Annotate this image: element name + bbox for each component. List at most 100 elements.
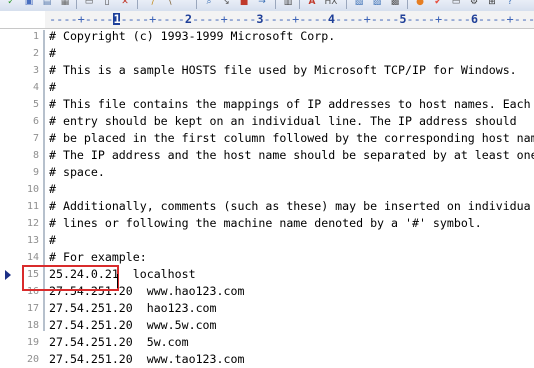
editor-line[interactable]: 20 27.54.251.20 www.tao123.com xyxy=(0,351,534,368)
line-number: 4 xyxy=(32,82,39,93)
goto-icon[interactable]: → xyxy=(255,0,269,9)
tools-icon[interactable]: ⊞ xyxy=(485,0,499,9)
editor-line[interactable]: 13 # xyxy=(0,232,534,249)
help-icon[interactable]: ? xyxy=(503,0,517,9)
line-text[interactable]: # This file contains the mappings of IP … xyxy=(49,96,531,113)
paste-icon[interactable]: ▯ xyxy=(100,0,114,9)
text-editor[interactable]: 1 # Copyright (c) 1993-1999 Microsoft Cor… xyxy=(0,28,534,366)
open-icon[interactable]: ▣ xyxy=(22,0,36,9)
ruler-ticks: ----+---- xyxy=(477,12,534,26)
settings-icon[interactable]: ⚙ xyxy=(467,0,481,9)
toolbar-separator xyxy=(299,0,300,9)
toolbar-separator xyxy=(76,0,77,9)
print-icon[interactable]: ▦ xyxy=(58,0,72,9)
compare-icon[interactable]: ▨ xyxy=(370,0,384,9)
replace-icon[interactable]: ■ xyxy=(237,0,251,9)
editor-line[interactable]: 11 # Additionally, comments (such as thes… xyxy=(0,198,534,215)
editor-line[interactable]: 8 # The IP address and the host name shou… xyxy=(0,147,534,164)
ruler-gutter xyxy=(0,11,45,28)
editor-line[interactable]: 2 # xyxy=(0,45,534,62)
ruler-strip: ----+----1----+----2----+----3----+----4… xyxy=(49,13,534,25)
line-text[interactable]: # Copyright (c) 1993-1999 Microsoft Corp… xyxy=(49,28,335,45)
ruler-number: 2 xyxy=(184,12,193,26)
line-number: 19 xyxy=(26,337,39,348)
line-number: 6 xyxy=(32,116,39,127)
browser-icon[interactable]: ● xyxy=(413,0,427,9)
line-text[interactable]: 27.54.251.20 5w.com xyxy=(49,334,189,351)
line-number: 9 xyxy=(32,167,39,178)
line-text[interactable]: # be placed in the first column followed… xyxy=(49,130,534,147)
line-number: 2 xyxy=(32,48,39,59)
line-text[interactable]: 27.54.251.20 www.5w.com xyxy=(49,317,217,334)
editor-line[interactable]: 4 # xyxy=(0,79,534,96)
ruler-number: 4 xyxy=(327,12,336,26)
editor-line[interactable]: 7 # be placed in the first column followe… xyxy=(0,130,534,147)
line-text[interactable]: # xyxy=(49,45,56,62)
toolbar-separator xyxy=(275,0,276,9)
line-number: 12 xyxy=(26,218,39,229)
ruler-ticks: ----+---- xyxy=(406,12,471,26)
editor-line[interactable]: 17 27.54.251.20 hao123.com xyxy=(0,300,534,317)
editor-line[interactable]: 18 27.54.251.20 www.5w.com xyxy=(0,317,534,334)
delete-icon[interactable]: ✕ xyxy=(118,0,132,9)
text-cursor xyxy=(117,274,118,288)
line-number: 10 xyxy=(26,184,39,195)
toolbar: ✓ ▣ ▤ ▦ ▭ ▯ ✕ / \ ⌕ ↘ ■ → ▥ A HX ▧ ▨ ▩ ●… xyxy=(0,0,534,11)
current-line-marker-icon xyxy=(5,270,11,280)
macro-icon[interactable]: ▭ xyxy=(449,0,463,9)
toolbar-separator xyxy=(137,0,138,9)
editor-line[interactable]: 19 27.54.251.20 5w.com xyxy=(0,334,534,351)
line-text[interactable]: 27.54.251.20 www.tao123.com xyxy=(49,351,244,368)
save-icon[interactable]: ▤ xyxy=(40,0,54,9)
line-number: 14 xyxy=(26,252,39,263)
editor-line[interactable]: 14 # For example: xyxy=(0,249,534,266)
line-number: 5 xyxy=(32,99,39,110)
editor-line[interactable]: 5 # This file contains the mappings of IP… xyxy=(0,96,534,113)
editor-line[interactable]: 9 # space. xyxy=(0,164,534,181)
hex-icon[interactable]: HX xyxy=(322,0,340,9)
line-number: 11 xyxy=(26,201,39,212)
editor-line[interactable]: 10 # xyxy=(0,181,534,198)
line-text[interactable]: # xyxy=(49,232,56,249)
copy-icon[interactable]: ▭ xyxy=(82,0,96,9)
editor-line[interactable]: 1 # Copyright (c) 1993-1999 Microsoft Cor… xyxy=(0,28,534,45)
line-text[interactable]: # space. xyxy=(49,164,105,181)
ruler-ticks: ----+---- xyxy=(120,12,185,26)
line-number: 17 xyxy=(26,303,39,314)
find-next-icon[interactable]: ↘ xyxy=(219,0,233,9)
line-text[interactable]: # This is a sample HOSTS file used by Mi… xyxy=(49,62,517,79)
spell-icon[interactable]: ▥ xyxy=(281,0,295,9)
ruler-number: 6 xyxy=(470,12,479,26)
line-text[interactable]: 27.54.251.20 hao123.com xyxy=(49,300,217,317)
wordwrap-icon[interactable]: ✔ xyxy=(431,0,445,9)
line-text[interactable]: # xyxy=(49,79,56,96)
sort-icon[interactable]: ▩ xyxy=(388,0,402,9)
line-number: 8 xyxy=(32,150,39,161)
editor-line[interactable]: 6 # entry should be kept on an individual… xyxy=(0,113,534,130)
column-ruler: ----+----1----+----2----+----3----+----4… xyxy=(0,11,534,29)
check-icon[interactable]: ✓ xyxy=(4,0,18,9)
line-text[interactable]: # For example: xyxy=(49,249,147,266)
editor-line[interactable]: 12 # lines or following the machine name … xyxy=(0,215,534,232)
line-number: 1 xyxy=(32,31,39,42)
line-number: 18 xyxy=(26,320,39,331)
wand-icon[interactable]: \ xyxy=(163,0,177,9)
line-number: 20 xyxy=(26,354,39,365)
column-icon[interactable]: ▧ xyxy=(352,0,366,9)
font-letter: A xyxy=(308,0,316,7)
font-icon[interactable]: A xyxy=(305,0,319,9)
brush-icon[interactable]: / xyxy=(146,0,160,9)
line-number: 13 xyxy=(26,235,39,246)
toolbar-separator xyxy=(196,0,197,9)
line-text[interactable]: # xyxy=(49,181,56,198)
editor-line[interactable]: 3 # This is a sample HOSTS file used by M… xyxy=(0,62,534,79)
line-number: 7 xyxy=(32,133,39,144)
find-icon[interactable]: ⌕ xyxy=(202,0,216,9)
line-text[interactable]: # The IP address and the host name shoul… xyxy=(49,147,534,164)
ruler-ticks: ----+---- xyxy=(191,12,257,26)
hex-letters: HX xyxy=(324,0,338,7)
toolbar-separator xyxy=(346,0,347,9)
line-text[interactable]: # Additionally, comments (such as these)… xyxy=(49,198,531,215)
line-text[interactable]: # lines or following the machine name de… xyxy=(49,215,482,232)
line-text[interactable]: # entry should be kept on an individual … xyxy=(49,113,517,130)
